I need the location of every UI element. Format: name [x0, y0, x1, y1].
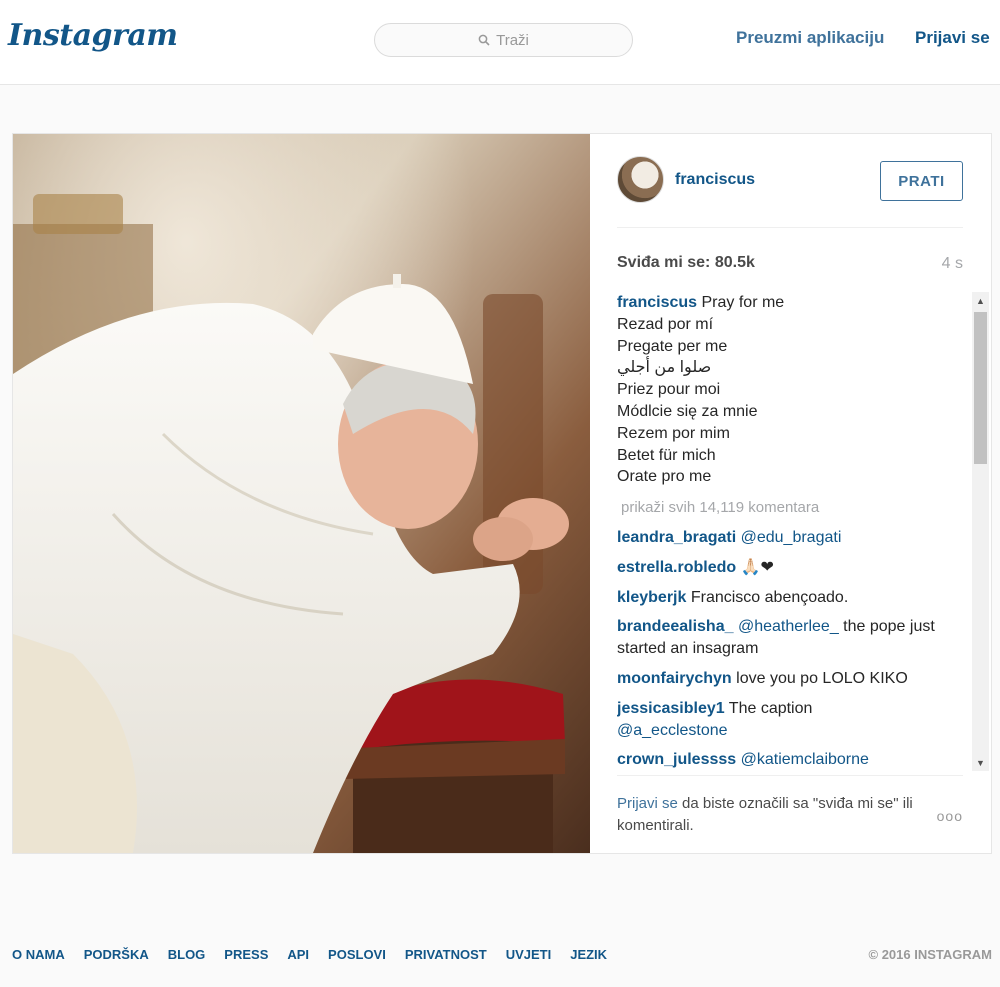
caption-line: Módlcie się za mnie: [617, 402, 758, 420]
comment-text: 🙏🏻❤: [740, 558, 774, 576]
more-options-icon[interactable]: ooo: [937, 808, 963, 824]
footer-link-api[interactable]: API: [287, 947, 309, 962]
like-count: Sviđa mi se: 80.5k: [617, 254, 755, 271]
caption-line: Rezem por mim: [617, 424, 730, 442]
caption-username[interactable]: franciscus: [617, 294, 697, 311]
footer-link-press[interactable]: PRESS: [224, 947, 268, 962]
caption-line: Priez pour moi: [617, 381, 721, 399]
top-header: Instagram Traži Preuzmi aplikaciju Prija…: [0, 0, 1000, 85]
footer-link-jobs[interactable]: POSLOVI: [328, 947, 386, 962]
comment-item: jessicasibley1 The caption @a_ecclestone: [617, 698, 966, 742]
comment-mention[interactable]: @edu_bragati: [741, 529, 842, 546]
post-header: franciscus PRATI: [617, 156, 963, 228]
comment-item: crown_julessss @katiemclaiborne: [617, 749, 966, 769]
comment-item: kleyberjk Francisco abençoado.: [617, 587, 966, 609]
comment-item: leandra_bragati @edu_bragati: [617, 527, 966, 549]
post-time[interactable]: 4 s: [942, 255, 963, 273]
post-image: [13, 134, 590, 853]
comment-username[interactable]: crown_julessss: [617, 751, 736, 768]
instagram-logo[interactable]: Instagram: [8, 18, 178, 53]
post-username[interactable]: franciscus: [675, 171, 755, 189]
post-footer: Prijavi se da biste označili sa "sviđa m…: [617, 775, 963, 853]
comment-item: brandeealisha_ @heatherlee_ the pope jus…: [617, 616, 966, 660]
search-input[interactable]: Traži: [374, 23, 633, 57]
footer-link-support[interactable]: PODRŠKA: [84, 947, 149, 962]
scroll-down-arrow-icon[interactable]: ▼: [972, 754, 989, 771]
comment-text: Francisco abençoado.: [690, 588, 849, 606]
login-link[interactable]: Prijavi se: [915, 28, 990, 48]
comment-mention[interactable]: @katiemclaiborne: [741, 751, 869, 768]
page-footer: O NAMA PODRŠKA BLOG PRESS API POSLOVI PR…: [12, 947, 992, 967]
comment-username[interactable]: moonfairychyn: [617, 670, 732, 687]
view-all-comments-link[interactable]: prikaži svih 14,119 komentara: [617, 497, 966, 519]
post-card: franciscus PRATI Sviđa mi se: 80.5k 4 s …: [12, 133, 992, 854]
follow-button[interactable]: PRATI: [880, 161, 963, 201]
scroll-up-arrow-icon[interactable]: ▲: [972, 292, 989, 309]
caption-line: Orate pro me: [617, 468, 712, 486]
comment-username[interactable]: leandra_bragati: [617, 529, 736, 546]
download-app-link[interactable]: Preuzmi aplikaciju: [736, 28, 884, 48]
footer-link-terms[interactable]: UVJETI: [506, 947, 552, 962]
caption-line: Pray for me: [701, 294, 785, 311]
footer-link-privacy[interactable]: PRIVATNOST: [405, 947, 487, 962]
caption-line: Rezad por mí: [617, 315, 714, 333]
login-prompt: Prijavi se da biste označili sa "sviđa m…: [617, 793, 917, 837]
avatar[interactable]: [617, 156, 664, 203]
comment-username[interactable]: estrella.robledo: [617, 559, 736, 576]
search-icon: [478, 34, 490, 46]
comment-item: moonfairychyn love you po LOLO KIKO: [617, 668, 966, 690]
login-prompt-link[interactable]: Prijavi se: [617, 795, 678, 812]
comments-scrollbar[interactable]: ▲ ▼: [972, 292, 989, 771]
comment-text: love you po LOLO KIKO: [736, 669, 908, 687]
caption-line: Betet für mich: [617, 446, 716, 464]
comment-text: The caption: [728, 699, 813, 717]
footer-links: O NAMA PODRŠKA BLOG PRESS API POSLOVI PR…: [12, 947, 992, 962]
comment-username[interactable]: jessicasibley1: [617, 700, 725, 717]
comment-mention[interactable]: @a_ecclestone: [617, 720, 966, 742]
comment-username[interactable]: brandeealisha_: [617, 618, 734, 635]
comment-mention[interactable]: @heatherlee_: [738, 618, 839, 635]
footer-link-about[interactable]: O NAMA: [12, 947, 65, 962]
copyright: © 2016 INSTAGRAM: [868, 947, 992, 962]
caption-line: Pregate per me: [617, 337, 728, 355]
comments-list[interactable]: franciscus Pray for me Rezad por mí Preg…: [617, 292, 966, 769]
comment-username[interactable]: kleyberjk: [617, 589, 686, 606]
scrollbar-thumb[interactable]: [974, 312, 987, 464]
search-placeholder: Traži: [496, 31, 529, 49]
caption: franciscus Pray for me Rezad por mí Preg…: [617, 292, 966, 488]
footer-link-language[interactable]: JEZIK: [570, 947, 607, 962]
footer-link-blog[interactable]: BLOG: [168, 947, 206, 962]
comment-item: estrella.robledo 🙏🏻❤: [617, 557, 966, 579]
post-sidebar: franciscus PRATI Sviđa mi se: 80.5k 4 s …: [590, 134, 991, 853]
caption-line: صلوا من أجلي: [617, 359, 712, 377]
post-photo[interactable]: [13, 134, 590, 853]
